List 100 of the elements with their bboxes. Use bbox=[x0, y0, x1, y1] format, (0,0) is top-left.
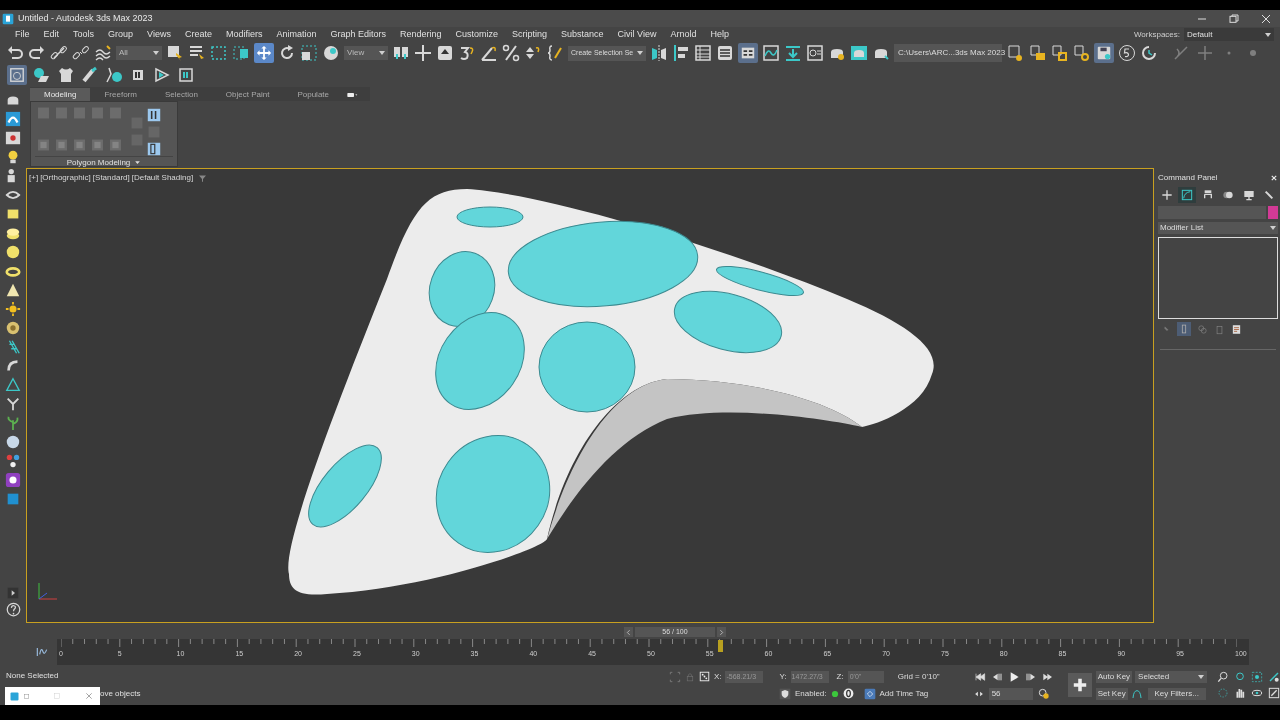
snap-3d-icon[interactable] bbox=[458, 44, 476, 62]
restore-icon[interactable] bbox=[1228, 12, 1240, 25]
globe-icon[interactable] bbox=[5, 434, 21, 450]
curly-braces-icon[interactable] bbox=[546, 44, 564, 62]
crosshair-icon[interactable] bbox=[414, 44, 432, 62]
previous-frame-button[interactable] bbox=[624, 627, 633, 637]
window-crossing-icon[interactable] bbox=[232, 44, 250, 62]
reference-coordinate-dropdown[interactable]: View bbox=[344, 46, 388, 60]
key-filters-button[interactable]: Key Filters... bbox=[1147, 687, 1206, 700]
maximize-viewport-icon[interactable] bbox=[1268, 687, 1280, 699]
select-by-name-icon[interactable] bbox=[188, 44, 206, 62]
menu-item[interactable]: Create bbox=[177, 27, 219, 42]
caret-icon[interactable] bbox=[1198, 674, 1205, 679]
project-settings-icon[interactable] bbox=[1072, 44, 1090, 62]
clock-arrow-icon[interactable] bbox=[1140, 44, 1158, 62]
folder-icon[interactable] bbox=[1028, 44, 1046, 62]
move-tool-button[interactable] bbox=[254, 43, 274, 63]
next-frame-button[interactable] bbox=[717, 627, 726, 637]
menu-item[interactable]: File bbox=[8, 27, 37, 42]
menu-item[interactable]: Arnold bbox=[663, 27, 704, 42]
ribbon-tab[interactable]: Object Paint bbox=[211, 88, 284, 101]
redo-icon[interactable] bbox=[28, 44, 46, 62]
menu-item[interactable]: Substance bbox=[554, 27, 611, 42]
app-logo-icon[interactable] bbox=[2, 12, 14, 25]
ribbon-tab[interactable]: Modeling bbox=[30, 88, 91, 101]
modifier-stack[interactable] bbox=[1158, 237, 1278, 319]
menu-item[interactable]: Help bbox=[703, 27, 736, 42]
ribbon-tab[interactable]: Selection bbox=[150, 88, 212, 101]
ribbon-toggle-button[interactable] bbox=[738, 43, 758, 63]
field-of-view-icon[interactable] bbox=[1217, 687, 1230, 699]
menu-item[interactable]: Group bbox=[101, 27, 141, 42]
auto-key-button[interactable]: Auto Key bbox=[1095, 670, 1133, 683]
caret-icon[interactable] bbox=[379, 51, 385, 55]
menu-item[interactable]: Tools bbox=[66, 27, 102, 42]
cone-icon[interactable] bbox=[5, 282, 21, 298]
dice-icon[interactable] bbox=[698, 671, 710, 682]
play-sequence-icon[interactable] bbox=[153, 66, 171, 84]
menu-item[interactable]: Rendering bbox=[393, 27, 449, 42]
ribbon-tab[interactable]: Freeform bbox=[90, 88, 151, 101]
menu-item[interactable]: Customize bbox=[448, 27, 506, 42]
viewport-label[interactable]: [Standard] bbox=[92, 172, 130, 184]
modifier-list-dropdown[interactable]: Modifier List bbox=[1158, 222, 1278, 234]
go-to-start-icon[interactable] bbox=[973, 670, 986, 683]
mirror-icon[interactable] bbox=[650, 44, 668, 62]
region-select-icon[interactable] bbox=[210, 44, 228, 62]
close-icon[interactable] bbox=[1260, 12, 1272, 25]
pyramid-icon[interactable] bbox=[5, 377, 21, 393]
hand-icon[interactable] bbox=[1234, 687, 1247, 699]
download-icon[interactable] bbox=[784, 44, 802, 62]
ring-square-icon[interactable] bbox=[5, 472, 21, 488]
stick-figure-ball-icon[interactable] bbox=[105, 66, 123, 84]
curve-editor-icon[interactable] bbox=[762, 44, 780, 62]
menu-item[interactable]: Scripting bbox=[505, 27, 555, 42]
unlink-icon[interactable] bbox=[72, 44, 90, 62]
arc-icon[interactable] bbox=[5, 111, 21, 127]
disc-icon[interactable] bbox=[5, 320, 21, 336]
angle-snap-icon[interactable] bbox=[480, 44, 498, 62]
viewport-layout-button[interactable] bbox=[7, 65, 27, 85]
sphere-icon[interactable] bbox=[5, 244, 21, 260]
key-mode-dropdown[interactable]: Selected bbox=[1135, 670, 1208, 683]
set-key-button[interactable]: Set Key bbox=[1095, 687, 1128, 700]
scale-icon[interactable] bbox=[300, 44, 318, 62]
caret-icon[interactable] bbox=[1270, 226, 1276, 230]
picture-icon[interactable] bbox=[5, 130, 21, 146]
sun-icon[interactable] bbox=[5, 301, 21, 317]
dots-icon[interactable] bbox=[5, 453, 21, 469]
caret-icon[interactable] bbox=[1265, 32, 1271, 37]
add-time-tag-button[interactable]: Add Time Tag bbox=[863, 687, 929, 700]
object-color-swatch[interactable] bbox=[1268, 206, 1278, 219]
percent-snap-icon[interactable] bbox=[502, 44, 520, 62]
filter-icon[interactable] bbox=[198, 173, 208, 183]
help-icon[interactable] bbox=[5, 602, 21, 617]
link-icon[interactable] bbox=[50, 44, 68, 62]
curve-icon[interactable] bbox=[35, 645, 49, 659]
shapes-icon[interactable] bbox=[33, 66, 51, 84]
caret-icon[interactable] bbox=[134, 159, 142, 166]
selection-filter-dropdown[interactable]: All bbox=[116, 46, 162, 60]
zoom-icon[interactable] bbox=[1217, 671, 1230, 683]
caret-icon[interactable] bbox=[637, 51, 643, 55]
show-end-result-icon[interactable] bbox=[147, 108, 161, 122]
ribbon-tab[interactable]: Populate bbox=[283, 88, 343, 101]
zoom-extents-all-icon[interactable] bbox=[1268, 671, 1280, 683]
project-icon[interactable] bbox=[1006, 44, 1024, 62]
caret-icon[interactable] bbox=[153, 51, 159, 55]
auto-backup-button[interactable] bbox=[1094, 43, 1114, 63]
project-folders-icon[interactable] bbox=[1050, 44, 1068, 62]
time-slider-marker[interactable] bbox=[717, 640, 723, 652]
zero-circle-icon[interactable] bbox=[842, 688, 854, 699]
align-icon[interactable] bbox=[672, 44, 690, 62]
rendered-frame-icon[interactable] bbox=[850, 44, 868, 62]
menu-item[interactable]: Civil View bbox=[610, 27, 664, 42]
plant-icon[interactable] bbox=[5, 415, 21, 431]
menu-item[interactable]: Views bbox=[140, 27, 178, 42]
material-editor-icon[interactable] bbox=[806, 44, 824, 62]
menu-item[interactable]: Graph Editors bbox=[323, 27, 393, 42]
menu-item[interactable]: Animation bbox=[269, 27, 324, 42]
viewport-label[interactable]: [Default Shading] bbox=[131, 172, 194, 184]
layers-icon[interactable] bbox=[716, 44, 734, 62]
viewport[interactable]: [+] [Orthographic] [Standard] [Default Shading] bbox=[26, 168, 1154, 623]
brush-stroke-icon[interactable] bbox=[81, 66, 99, 84]
